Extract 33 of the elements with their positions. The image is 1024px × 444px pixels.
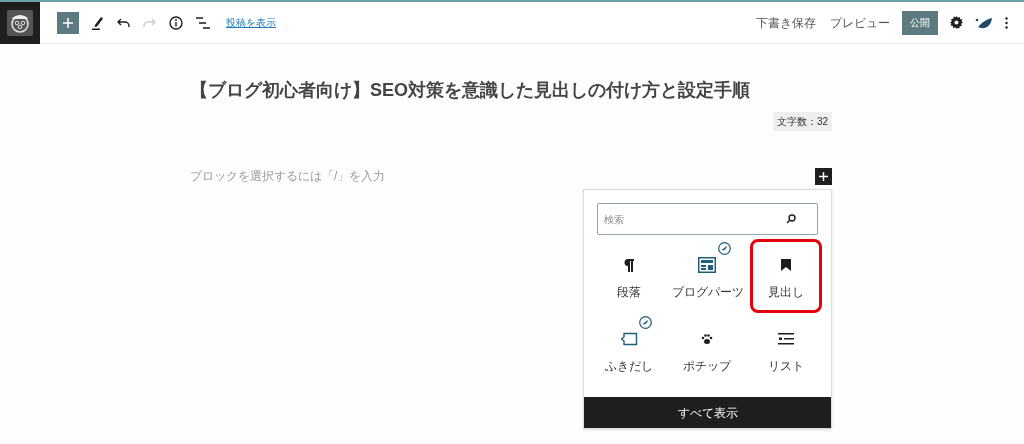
block-item[interactable]: 見出し	[749, 239, 822, 313]
paw-icon	[701, 333, 714, 345]
leaf-icon[interactable]	[975, 16, 993, 29]
info-icon[interactable]	[169, 15, 183, 30]
block-item[interactable]: ポチップ	[671, 313, 744, 387]
layout-icon	[698, 257, 717, 273]
pencil-icon[interactable]	[92, 15, 104, 30]
search-field[interactable]: 検索	[597, 203, 818, 235]
settings-icon[interactable]	[950, 16, 963, 29]
block-item[interactable]: ブログパーツ	[671, 239, 744, 313]
publish-button[interactable]: 公開	[902, 10, 938, 35]
view-post-link[interactable]: 投稿を表示	[226, 15, 276, 30]
search-icon	[786, 214, 796, 224]
outline-icon[interactable]	[196, 16, 210, 29]
post-title[interactable]: 【ブログ初心者向け】SEO対策を意識した見出しの付け方と設定手順	[190, 77, 832, 104]
block-item[interactable]: ふきだし	[593, 313, 666, 387]
preview-button[interactable]: プレビュー	[830, 13, 890, 32]
paragraph-icon	[623, 258, 636, 272]
block-item[interactable]: リスト	[749, 313, 822, 387]
block-item[interactable]: 段落	[593, 239, 666, 313]
logo-icon	[7, 9, 33, 36]
speech-bubble-icon	[620, 332, 639, 346]
word-count-badge: 文字数：32	[772, 112, 832, 131]
bookmark-icon	[780, 259, 791, 271]
site-logo[interactable]	[0, 1, 40, 44]
plus-icon	[63, 17, 73, 28]
list-icon	[777, 333, 794, 345]
save-draft-button[interactable]: 下書き保存	[756, 13, 816, 32]
plus-icon	[819, 171, 828, 181]
undo-icon[interactable]	[117, 17, 130, 28]
add-block-button[interactable]	[815, 167, 832, 185]
browse-all-button[interactable]: すべて表示	[584, 397, 831, 428]
more-options-icon[interactable]	[1005, 16, 1008, 29]
